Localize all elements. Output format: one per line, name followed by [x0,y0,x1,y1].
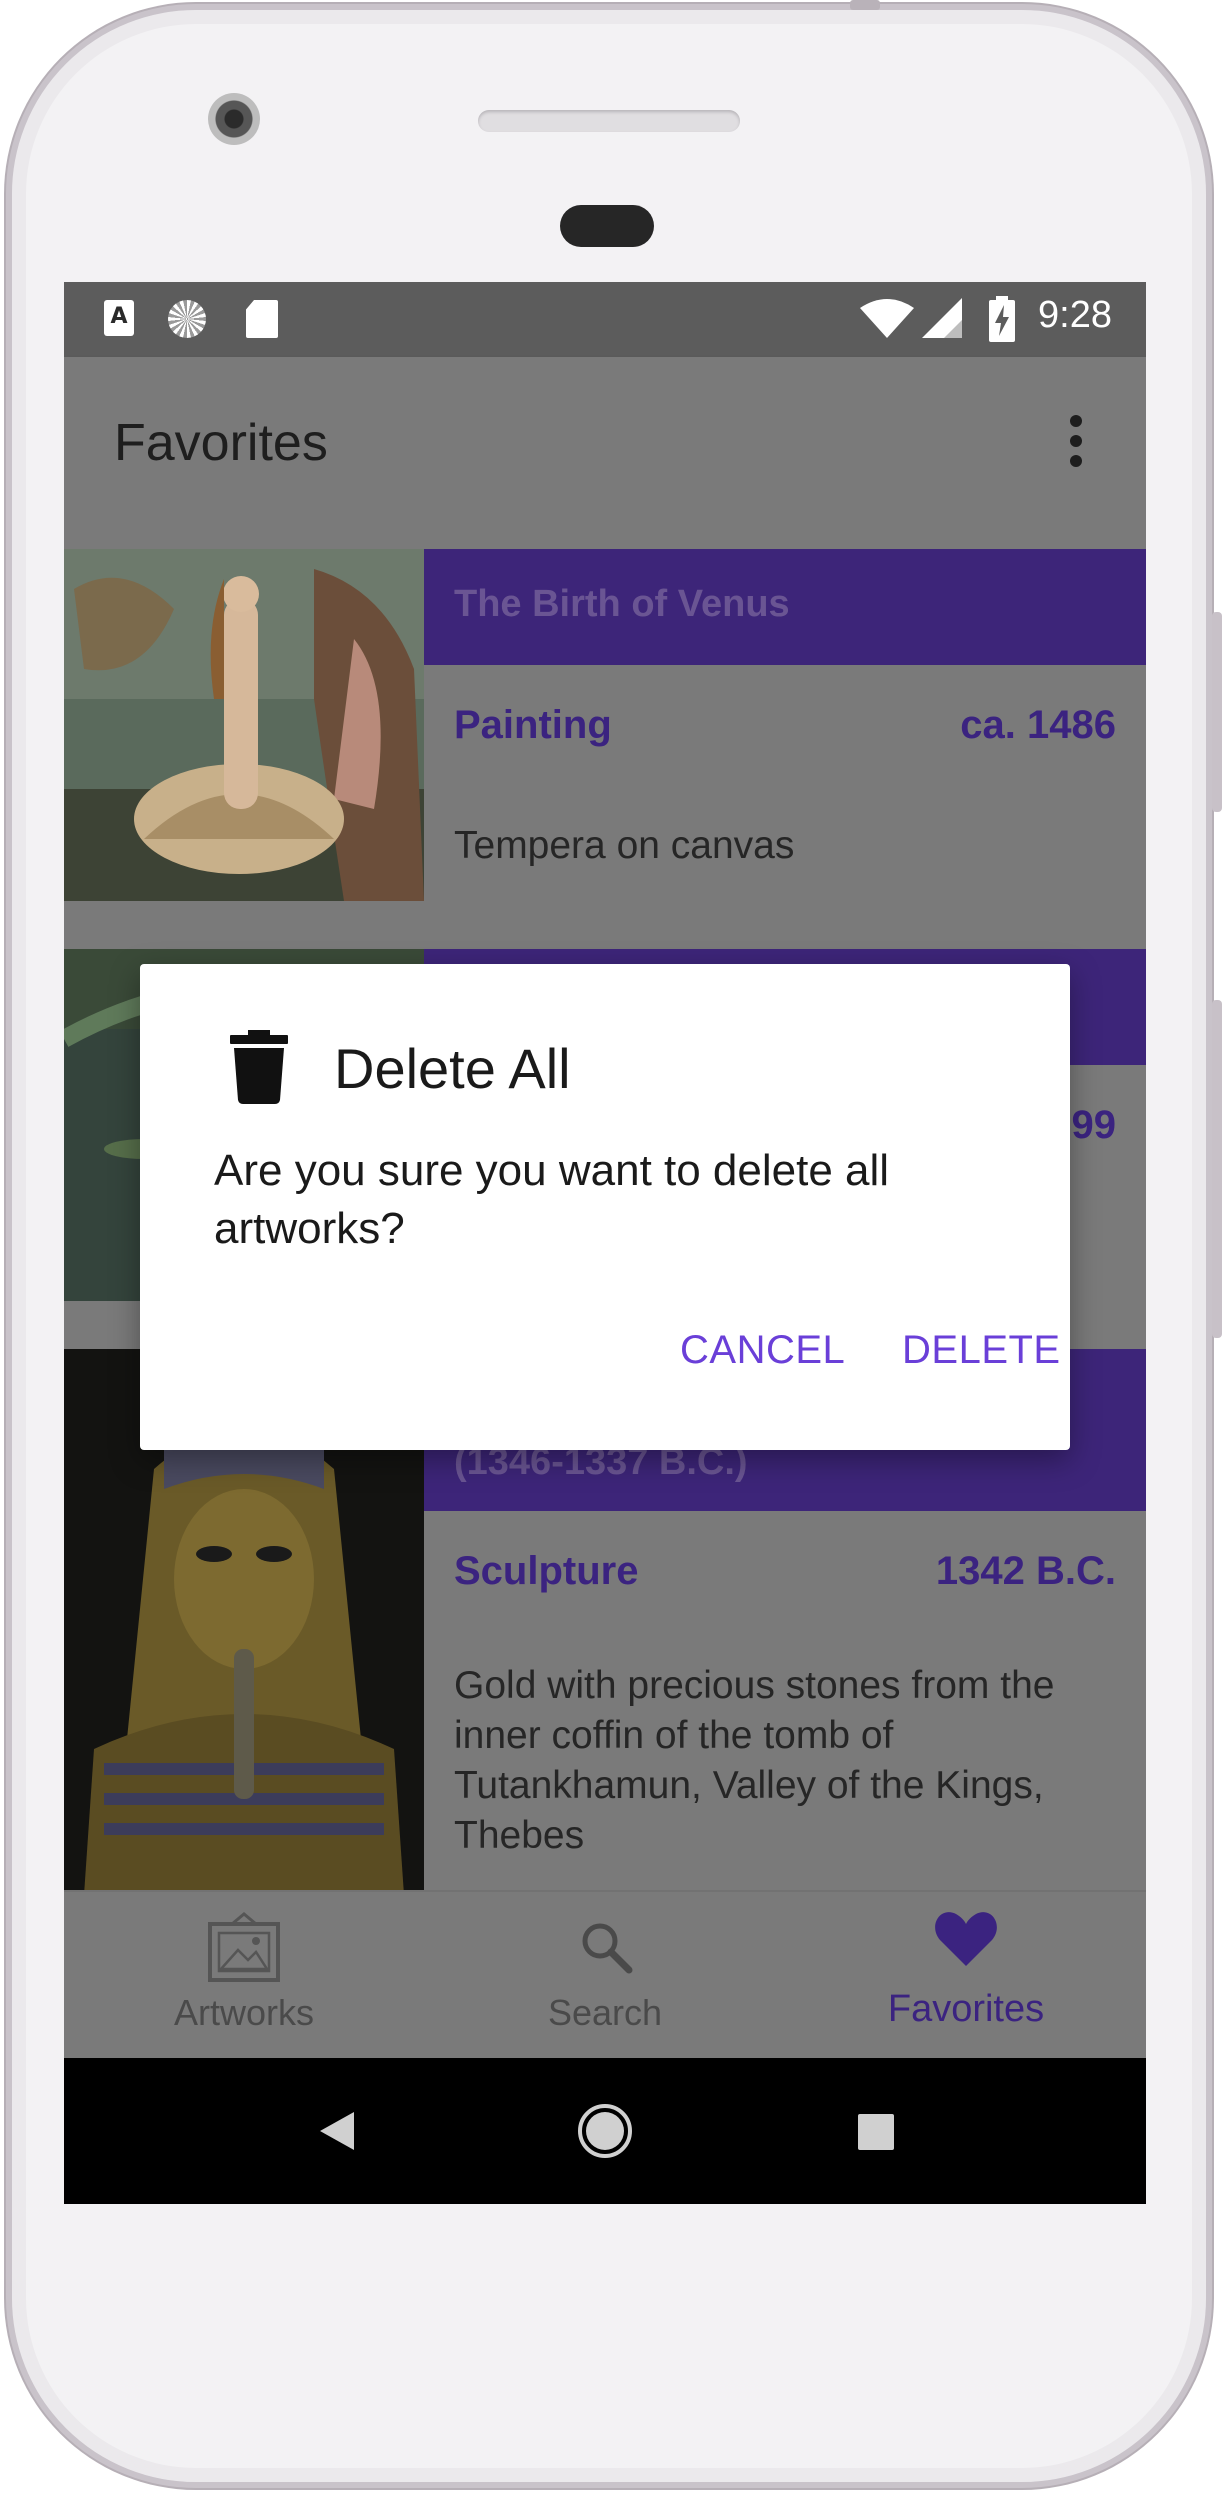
trash-icon [230,1030,288,1104]
volume-button [1212,1000,1222,1338]
card-medium: Gold with precious stones from the inner… [454,1664,1055,1857]
keyboard-a-icon: A [104,300,134,336]
sync-icon [168,300,206,338]
card-date: 99 [1071,1103,1117,1147]
search-icon [582,1923,633,1974]
recents-icon[interactable] [858,2114,894,2150]
power-button [1212,612,1222,812]
front-camera [208,93,260,145]
dialog-message: Are you sure you want to delete all artw… [214,1146,890,1253]
artwork-thumbnail-venus [64,549,424,901]
signal-icon [922,298,962,338]
nav-label-search: Search [547,1992,663,2033]
card-body: Painting ca. 1486 Tempera on canvas [424,665,1146,901]
card-body: Sculpture 1342 B.C. Gold with precious s… [424,1511,1146,1895]
top-button [850,0,880,10]
home-icon[interactable] [576,2102,634,2160]
bottom-navigation: Artworks Search Favorites [64,1890,1146,2060]
artwork-card[interactable]: The Birth of Venus Painting ca. 1486 Tem… [64,549,1146,901]
page-title: Favorites [114,414,328,472]
card-medium: Tempera on canvas [454,824,795,867]
card-date: ca. 1486 [960,703,1116,747]
sd-card-icon [246,300,278,338]
card-header: The Birth of Venus [424,549,1146,665]
card-kind: Painting [454,703,612,747]
nav-label-artworks: Artworks [173,1992,314,2033]
delete-button[interactable]: DELETE [902,1328,1061,1373]
proximity-sensor [560,205,654,247]
nav-item-search[interactable]: Search [425,1892,785,2060]
nav-item-favorites[interactable]: Favorites [786,1892,1146,2060]
status-time: 9:28 [1038,294,1112,336]
screen: A 9:28 Favorites The Birth of Venus Pain… [64,282,1146,2204]
card-kind: Sculpture [454,1549,639,1593]
wifi-icon [860,299,914,338]
framed-picture-icon [208,1912,280,1982]
app-bar: Favorites [64,357,1146,525]
dialog-title: Delete All [334,1037,571,1100]
delete-all-dialog: Delete All Are you sure you want to dele… [140,964,1070,1450]
cancel-button[interactable]: CANCEL [680,1328,845,1373]
earpiece-speaker [478,110,740,132]
battery-charging-icon [989,296,1015,342]
system-navigation-bar [64,2058,1146,2204]
card-date: 1342 B.C. [935,1549,1116,1593]
nav-item-artworks[interactable]: Artworks [64,1892,424,2060]
status-bar: A 9:28 [64,282,1146,357]
back-icon[interactable] [316,2110,356,2152]
card-title: The Birth of Venus [454,583,790,625]
nav-label-favorites: Favorites [887,1988,1045,2030]
heart-icon [935,1912,997,1966]
overflow-menu-icon[interactable] [1064,415,1088,475]
